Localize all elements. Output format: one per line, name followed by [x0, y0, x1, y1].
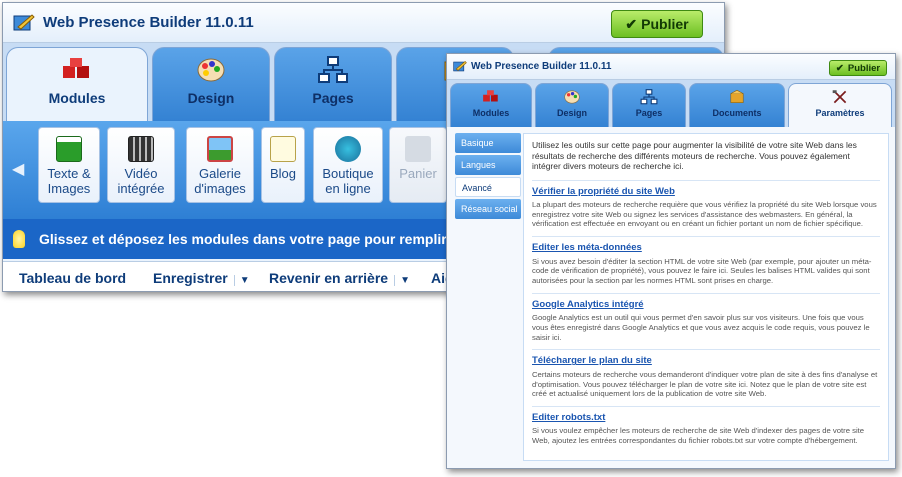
check-icon: ✔: [625, 15, 638, 32]
intro-text: Utilisez les outils sur cette page pour …: [532, 140, 857, 171]
google-analytics-link[interactable]: Google Analytics intégré: [532, 299, 880, 311]
tab-pages[interactable]: Pages: [274, 47, 392, 121]
section-sitemap: Télécharger le plan du site Certains mot…: [532, 349, 880, 399]
settings-body: Basique Langues Avancé Réseau social Uti…: [447, 127, 895, 468]
save-button[interactable]: Enregistrer ▼: [153, 270, 250, 286]
tab-design[interactable]: Design: [535, 83, 609, 127]
sidebar-item-langues[interactable]: Langues: [455, 155, 521, 175]
tools-icon: [832, 90, 847, 104]
scroll-left-arrow[interactable]: ◀: [12, 159, 24, 179]
lightbulb-icon: [13, 230, 25, 248]
section-meta: Editer les méta-données Si vous avez bes…: [532, 236, 880, 286]
section-description: Google Analytics est un outil qui vous p…: [532, 313, 870, 342]
section-description: Si vous avez besoin d'éditer la section …: [532, 256, 872, 286]
module-cart[interactable]: Panier: [389, 127, 447, 203]
box-icon: [730, 89, 744, 103]
title-bar: Web Presence Builder 11.0.11 ✔ Publier: [447, 54, 895, 80]
module-text-images[interactable]: Texte & Images: [38, 127, 100, 203]
undo-button[interactable]: Revenir en arrière ▼: [269, 270, 410, 286]
chevron-down-icon[interactable]: ▼: [233, 275, 250, 286]
settings-content: Utilisez les outils sur cette page pour …: [523, 133, 889, 461]
palette-icon: [564, 90, 580, 104]
section-robots: Editer robots.txt Si vous voulez empêche…: [532, 405, 880, 446]
chevron-down-icon[interactable]: ▼: [394, 275, 410, 286]
publish-button[interactable]: ✔ Publier: [829, 60, 887, 76]
sidebar-item-basique[interactable]: Basique: [455, 133, 521, 153]
section-description: Certains moteurs de recherche vous deman…: [532, 369, 878, 399]
module-video[interactable]: Vidéo intégrée: [107, 127, 175, 203]
sidebar-item-avance[interactable]: Avancé: [455, 177, 521, 197]
app-logo-icon: [13, 14, 35, 31]
app-title: Web Presence Builder 11.0.11: [471, 61, 612, 72]
sidebar-item-reseau-social[interactable]: Réseau social: [455, 199, 521, 219]
dashboard-link[interactable]: Tableau de bord: [19, 270, 126, 286]
publish-button[interactable]: ✔ Publier: [611, 10, 703, 38]
upload-sitemap-link[interactable]: Télécharger le plan du site: [532, 356, 880, 367]
tab-modules[interactable]: Modules: [6, 47, 148, 123]
section-analytics: Google Analytics intégré Google Analytic…: [532, 292, 880, 343]
blocks-icon: [63, 58, 89, 78]
blocks-icon: [483, 90, 498, 102]
text-image-icon: [56, 136, 82, 162]
sitemap-icon: [640, 89, 658, 105]
shopping-cart-icon: [335, 136, 361, 162]
notepad-pencil-icon: [270, 136, 296, 162]
module-gallery[interactable]: Galerie d'images: [186, 127, 254, 203]
title-bar: Web Presence Builder 11.0.11 ✔ Publier: [3, 3, 724, 43]
settings-sidebar: Basique Langues Avancé Réseau social: [455, 133, 521, 221]
palette-icon: [197, 58, 225, 82]
section-description: Si vous voulez empêcher les moteurs de r…: [532, 426, 865, 446]
tab-documents[interactable]: Documents: [689, 83, 785, 127]
edit-meta-link[interactable]: Editer les méta-données: [532, 243, 880, 254]
verify-ownership-link[interactable]: Vérifier la propriété du site Web: [532, 186, 880, 198]
check-icon: ✔: [835, 62, 844, 74]
sitemap-icon: [318, 56, 348, 83]
tab-settings[interactable]: Paramètres: [788, 83, 892, 128]
app-logo-icon: [453, 60, 467, 72]
edit-robots-link[interactable]: Editer robots.txt: [532, 412, 880, 424]
tab-bar: Modules Design Pages Documents Paramètre…: [447, 80, 895, 128]
section-verify: Vérifier la propriété du site Web La plu…: [532, 179, 880, 230]
tab-pages[interactable]: Pages: [612, 83, 686, 127]
film-icon: [128, 136, 154, 162]
bag-icon: [405, 136, 431, 162]
tab-modules[interactable]: Modules: [450, 83, 532, 127]
section-description: La plupart des moteurs de recherche requ…: [532, 200, 877, 229]
picture-icon: [207, 136, 233, 162]
tab-design[interactable]: Design: [152, 47, 270, 121]
settings-window: Web Presence Builder 11.0.11 ✔ Publier Mo…: [446, 53, 896, 469]
module-blog[interactable]: Blog: [261, 127, 305, 203]
hint-text: Glissez et déposez les modules dans votr…: [39, 231, 447, 247]
app-title: Web Presence Builder 11.0.11: [43, 14, 254, 31]
module-shop[interactable]: Boutique en ligne: [313, 127, 383, 203]
